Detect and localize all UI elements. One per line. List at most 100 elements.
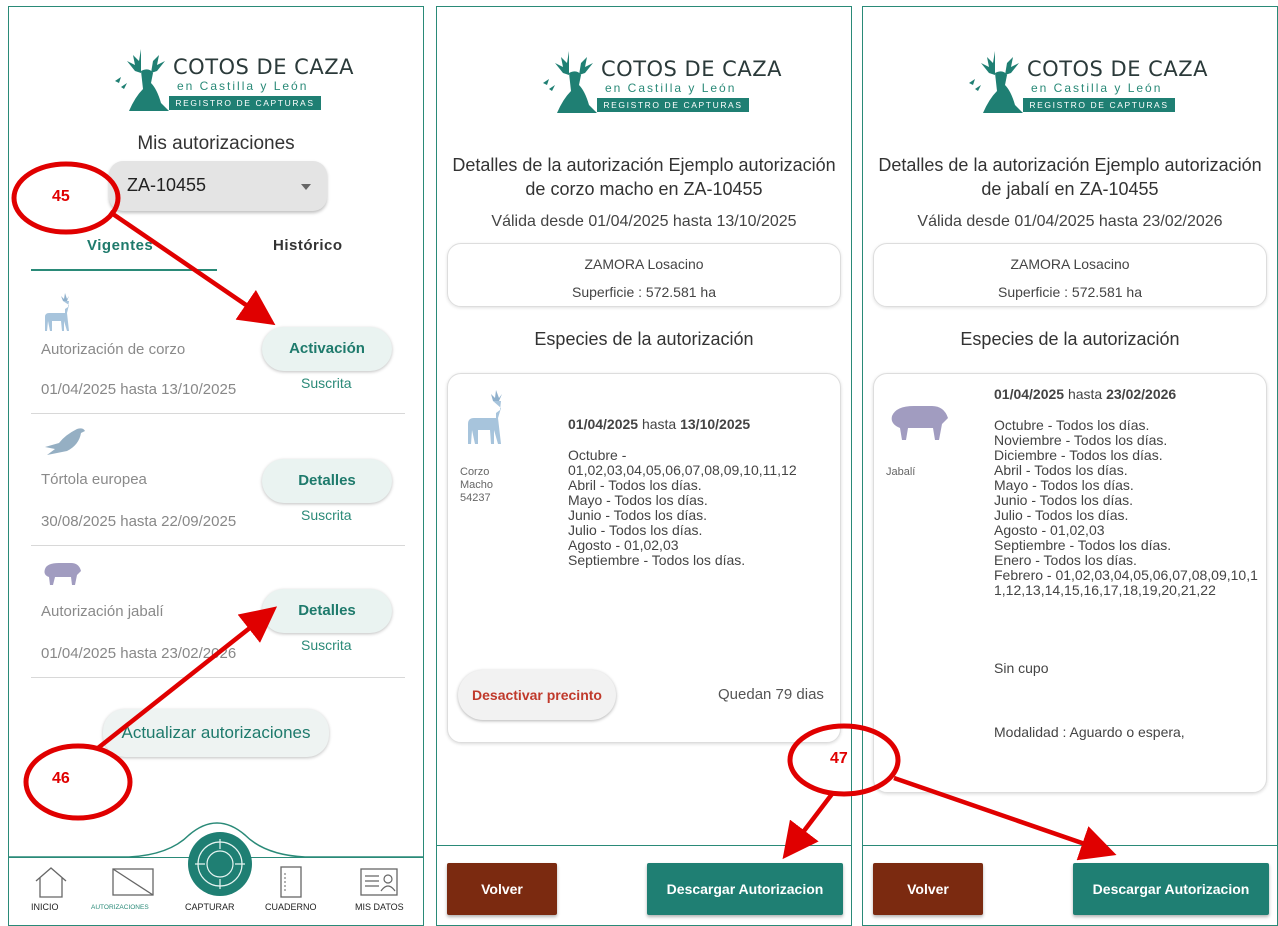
screen-boar-authorization-details: COTOS DE CAZA en Castilla y León REGISTR… [862,6,1278,926]
item-dates: 01/04/2025 hasta 13/10/2025 [41,381,237,398]
details-title-line2: de jabalí en ZA-10455 [981,179,1159,199]
id-card-icon[interactable] [359,867,399,897]
nav-label-mis-datos: MIS DATOS [355,902,404,912]
divider [31,545,405,546]
period-line: Abril - Todos los días. [994,462,1128,478]
species-name: Corzo [460,466,490,478]
brand-line1: COTOS DE CAZA [1027,57,1208,81]
wild-boar-icon [44,563,81,585]
species-heading: Especies de la autorización [960,329,1180,349]
home-icon[interactable] [33,865,69,899]
authorization-icon[interactable] [111,867,155,897]
period-line: Mayo - Todos los días. [568,492,708,508]
deactivate-seal-button[interactable]: Desactivar precinto [458,670,616,720]
target-icon[interactable] [187,831,253,897]
date-separator: hasta [638,416,681,432]
roe-deer-icon [468,390,502,444]
marker-number-45: 45 [52,188,70,205]
activation-button[interactable]: Activación [262,327,392,371]
period-line: Julio - Todos los días. [568,522,703,538]
period-line: Septiembre - Todos los días. [568,552,746,568]
modality-text: Modalidad : Aguardo o espera, [994,724,1185,740]
brand-line1: COTOS DE CAZA [601,57,782,81]
species-heading: Especies de la autorización [534,329,754,349]
brand-line3: REGISTRO DE CAPTURAS [1023,98,1175,112]
hunting-periods: Octubre - 01,02,03,04,05,06,07,08,09,10,… [568,448,797,568]
species-code: 54237 [460,492,491,504]
period-line: 1,12,13,14,15,16,17,18,19,20,21,22 [994,582,1216,598]
period-line: Agosto - 01,02,03 [994,522,1105,538]
validity-text: Válida desde 01/04/2025 hasta 23/02/2026 [917,213,1223,230]
back-button[interactable]: Volver [447,863,557,915]
item-name: Tórtola europea [41,471,147,488]
period-line: Mayo - Todos los días. [994,477,1134,493]
tab-vigentes[interactable]: Vigentes [87,237,153,254]
divider [31,677,405,678]
brand-line2: en Castilla y León [1031,81,1163,95]
nav-label-cuaderno: CUADERNO [265,902,317,912]
deer-logo-icon [969,51,1023,113]
hunting-periods: Octubre - Todos los días. Noviembre - To… [994,418,1258,598]
brand-line3: REGISTRO DE CAPTURAS [169,96,321,110]
date-from: 01/04/2025 [994,386,1065,402]
nav-label-capturar: CAPTURAR [185,902,235,912]
date-separator: hasta [1064,386,1107,402]
period-line: Julio - Todos los días. [994,507,1129,523]
authorization-select[interactable]: ZA-10455 [109,161,327,211]
area-surface: Superficie : 572.581 ha [572,284,716,300]
date-to: 23/02/2026 [1106,386,1177,402]
screen-deer-authorization-details: COTOS DE CAZA en Castilla y León REGISTR… [436,6,852,926]
nav-label-inicio: INICIO [31,902,59,912]
species-date-range: 01/04/2025 hasta 13/10/2025 [568,416,750,432]
details-button[interactable]: Detalles [262,589,392,633]
area-name: ZAMORA Losacino [1010,256,1130,272]
area-info-card: ZAMORA Losacino Superficie : 572.581 ha [873,243,1267,307]
period-line: Febrero - 01,02,03,04,05,06,07,08,09,10,… [994,567,1258,583]
back-button[interactable]: Volver [873,863,983,915]
download-authorization-button[interactable]: Descargar Autorizacion [1073,863,1269,915]
turtle-dove-icon [45,428,85,455]
details-button[interactable]: Detalles [262,459,392,503]
brand-logo: COTOS DE CAZA en Castilla y León REGISTR… [111,47,353,117]
details-title-line2: de corzo macho en ZA-10455 [525,179,763,199]
period-line: Diciembre - Todos los días. [994,447,1163,463]
species-card: Jabalí 01/04/2025 hasta 23/02/2026 Octub… [873,373,1267,793]
species-card: Corzo Macho 54237 01/04/2025 hasta 13/10… [447,373,841,743]
chevron-down-icon [301,184,311,190]
area-surface: Superficie : 572.581 ha [998,284,1142,300]
active-tab-indicator [31,269,217,271]
days-left: Quedan 79 dias [718,686,824,703]
status-badge: Suscrita [301,375,352,391]
brand-line3: REGISTRO DE CAPTURAS [597,98,749,112]
item-name: Autorización jabalí [41,603,164,620]
brand-line2: en Castilla y León [605,81,737,95]
details-title-line1: Detalles de la autorización Ejemplo auto… [452,155,836,175]
screen-my-authorizations: COTOS DE CAZA en Castilla y León REGISTR… [8,6,424,926]
species-date-range: 01/04/2025 hasta 23/02/2026 [994,386,1176,402]
roe-deer-icon [45,293,69,331]
item-name: Autorización de corzo [41,341,186,358]
date-to: 13/10/2025 [680,416,751,432]
item-dates: 30/08/2025 hasta 22/09/2025 [41,513,237,530]
item-dates: 01/04/2025 hasta 23/02/2026 [41,645,237,662]
period-line: 01,02,03,04,05,06,07,08,09,10,11,12 [568,462,797,478]
area-info-card: ZAMORA Losacino Superficie : 572.581 ha [447,243,841,307]
details-title-line1: Detalles de la autorización Ejemplo auto… [878,155,1262,175]
period-line: Noviembre - Todos los días. [994,432,1168,448]
period-line: Junio - Todos los días. [994,492,1134,508]
brand-logo: COTOS DE CAZA en Castilla y León REGISTR… [539,49,781,119]
species-name: Jabalí [886,466,916,478]
status-badge: Suscrita [301,507,352,523]
deer-logo-icon [115,49,169,111]
brand-line2: en Castilla y León [177,79,309,93]
quota-text: Sin cupo [994,660,1049,676]
refresh-authorizations-button[interactable]: Actualizar autorizaciones [103,709,329,757]
notebook-icon[interactable] [279,865,303,899]
authorization-select-value: ZA-10455 [127,175,207,195]
tab-historico[interactable]: Histórico [273,237,343,254]
wild-boar-icon [891,406,948,440]
divider [31,413,405,414]
period-line: Junio - Todos los días. [568,507,708,523]
period-line: Octubre - [568,447,627,463]
download-authorization-button[interactable]: Descargar Autorizacion [647,863,843,915]
